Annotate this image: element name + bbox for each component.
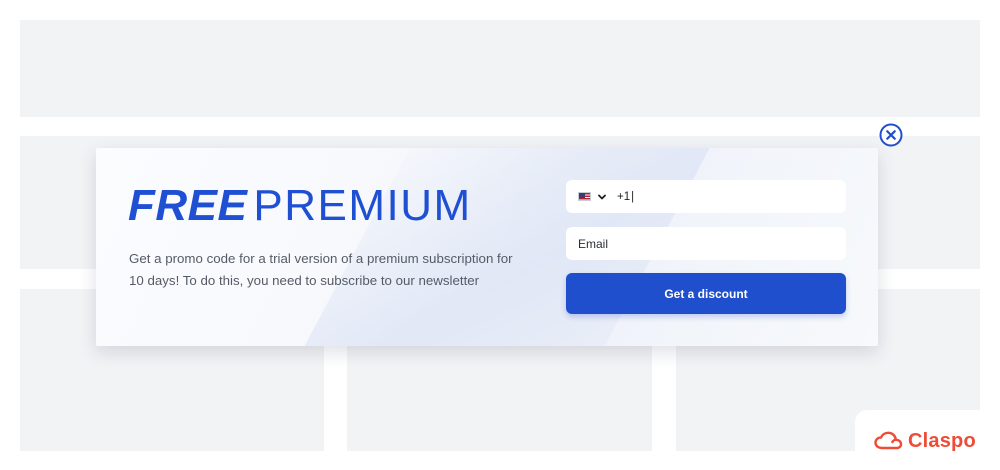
brand-name: Claspo bbox=[908, 429, 976, 452]
headline-premium: PREMIUM bbox=[253, 181, 472, 230]
us-flag-icon[interactable] bbox=[578, 192, 591, 201]
headline-free: FREE bbox=[128, 181, 248, 230]
chevron-down-icon[interactable] bbox=[597, 192, 607, 202]
close-icon[interactable] bbox=[879, 123, 903, 147]
popup-headline: FREE PREMIUM bbox=[128, 182, 472, 230]
placeholder-block-top bbox=[20, 20, 980, 117]
get-discount-button[interactable]: Get a discount bbox=[566, 273, 846, 314]
popup-description: Get a promo code for a trial version of … bbox=[129, 251, 513, 288]
claspo-badge[interactable]: Claspo bbox=[855, 410, 1000, 470]
phone-field[interactable]: +1 bbox=[566, 180, 846, 213]
cloud-logo-icon bbox=[874, 431, 903, 450]
email-field[interactable]: Email bbox=[566, 227, 846, 260]
phone-input-value[interactable]: +1 bbox=[617, 191, 634, 203]
promo-popup: FREE PREMIUM Get a promo code for a trial… bbox=[96, 148, 878, 346]
email-placeholder: Email bbox=[578, 236, 609, 251]
